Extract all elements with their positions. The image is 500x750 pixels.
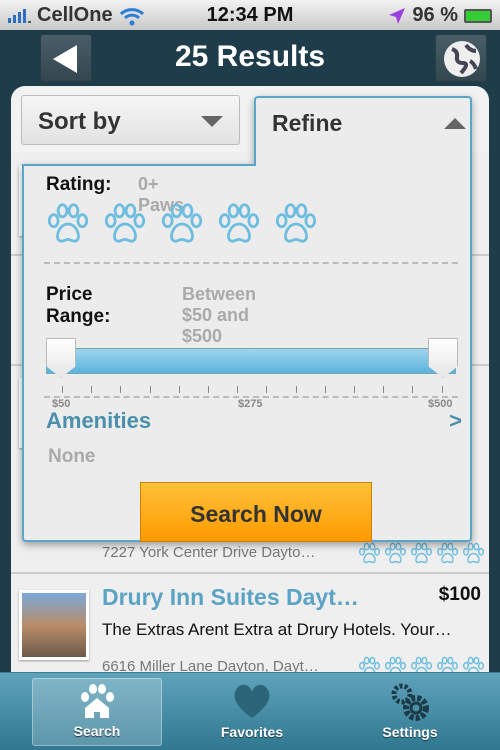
tab-bar: Search Favorites Settings [0,672,500,750]
paw-icon [161,203,203,243]
slider-tick [354,386,355,393]
amenities-value: None [48,446,96,467]
location-icon [389,7,406,24]
paw-icon [359,542,380,564]
refine-label: Refine [272,110,343,136]
slider-tick [412,386,414,393]
slider-tick [120,386,122,393]
divider [44,262,458,264]
paw-house-icon [81,684,114,718]
paw-icon [437,542,458,564]
hotel-rating [358,542,485,565]
search-now-button[interactable]: Search Now [140,482,372,542]
refine-popover: Refine Rating: 0+ Paws Price Range: Betw… [22,96,472,542]
heart-icon [234,684,270,718]
nav-bar: 25 Results [0,30,500,86]
price-range-value: Between $50 and $500 [182,284,257,346]
paw-icon [275,203,317,243]
chevron-up-icon [444,118,466,129]
slider-tick [178,386,180,393]
rating-label: Rating: [46,174,112,195]
slider-tick [208,386,209,393]
map-button[interactable] [435,34,487,82]
slider-tick [237,386,239,393]
hotel-address: 7227 York Center Drive Dayto… [102,544,316,561]
slider-tick [383,386,385,393]
tab-label: Search [73,723,121,739]
tab-label: Favorites [220,724,284,740]
battery-percent: 96 % [412,4,458,26]
slider-tick [324,386,326,393]
slider-tick [266,386,268,393]
paw-icon [463,542,484,564]
slider-tick [149,386,151,393]
slider-tick [91,386,93,393]
tab-favorites[interactable]: Favorites [187,678,317,746]
divider [44,396,458,398]
chevron-right-icon: > [449,408,462,433]
page-title: 25 Results [174,40,326,73]
hotel-thumbnail [19,590,89,660]
price-slider-track[interactable] [46,348,456,374]
tab-label: Settings [382,724,438,740]
globe-icon [444,41,480,77]
slider-tick [441,386,443,393]
paw-icon [411,542,432,564]
hotel-name: Drury Inn Suites Dayt… [102,584,359,610]
gears-icon [391,683,429,721]
battery-charging-icon [464,8,492,23]
paw-icon [104,203,146,243]
hotel-description: The Extras Arent Extra at Drury Hotels. … [102,620,452,639]
amenities-row[interactable]: Amenities > [46,408,462,438]
slider-tick [295,386,297,393]
price-range-label: Price Range: [46,284,111,327]
paw-icon [218,203,260,243]
paw-icon [47,203,89,243]
amenities-label: Amenities [46,408,152,433]
tab-settings[interactable]: Settings [345,678,475,746]
status-bar: CellOne 12:34 PM 96 % [0,0,500,30]
paw-icon [385,542,406,564]
rating-selector[interactable] [46,202,318,246]
slider-tick [62,386,63,393]
hotel-price: $100 [438,584,481,605]
tab-search[interactable]: Search [32,678,162,746]
refine-tab[interactable]: Refine [254,96,472,168]
